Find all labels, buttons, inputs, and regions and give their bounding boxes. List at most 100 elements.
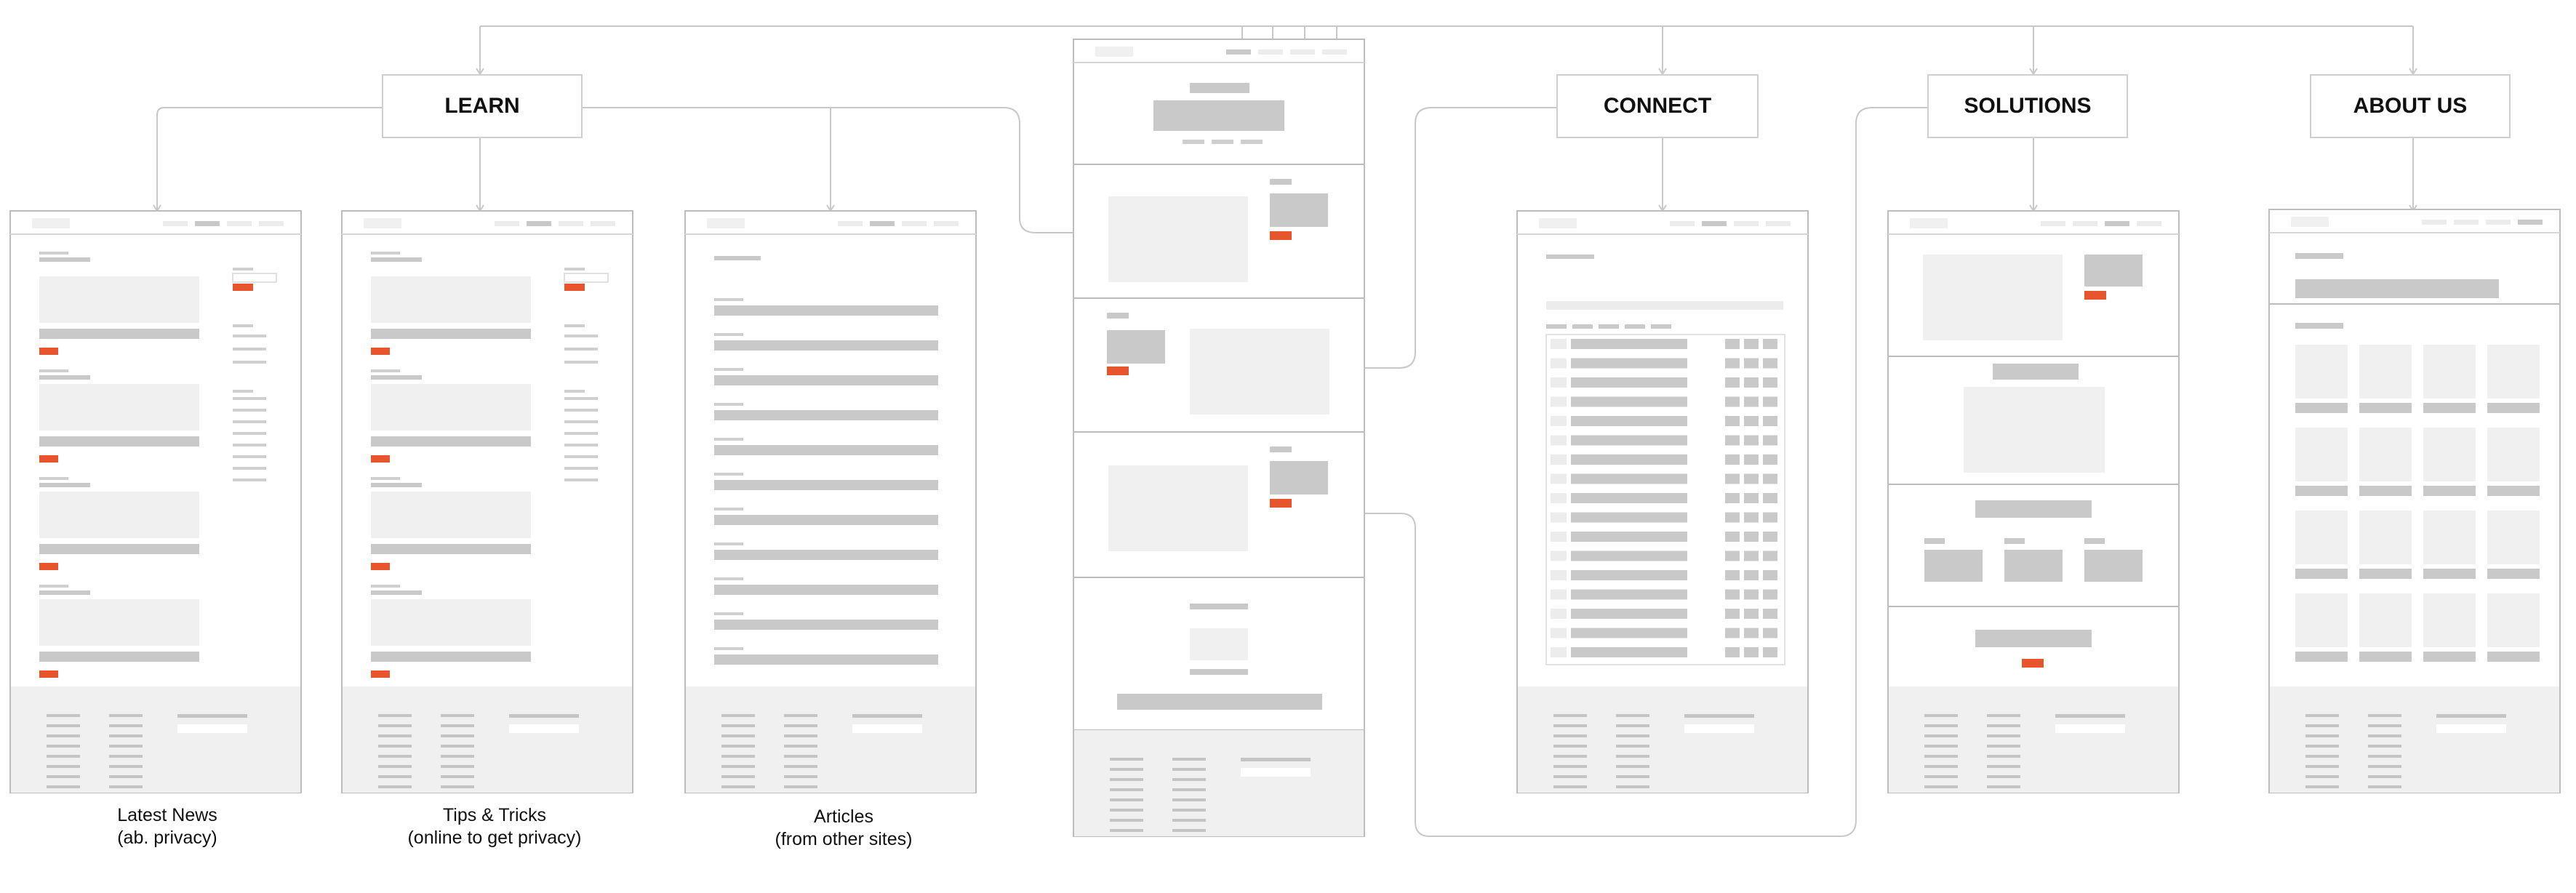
wire-block <box>1551 493 1567 503</box>
wire-block <box>1725 493 1740 503</box>
footer-link <box>1110 809 1143 812</box>
article-image <box>371 276 531 323</box>
footer-link <box>109 775 143 778</box>
logo-placeholder <box>32 218 70 228</box>
footer-link <box>1110 788 1143 791</box>
cta-button <box>1270 499 1292 508</box>
footer-link <box>47 714 80 717</box>
footer-link <box>441 755 474 758</box>
wire-block <box>1744 570 1759 580</box>
wire-block <box>1744 435 1759 446</box>
wire-block <box>1725 512 1740 523</box>
wire-block <box>1551 512 1567 523</box>
nav-item <box>1702 221 1727 226</box>
table-cell <box>1571 396 1687 407</box>
connect-label: CONNECT <box>1556 74 1759 138</box>
footer-link <box>1110 829 1143 832</box>
footer-link <box>721 785 755 788</box>
footer-link <box>1553 775 1587 778</box>
footer-link <box>1110 758 1143 761</box>
article-title-bar <box>39 544 199 554</box>
wire-block <box>2295 253 2343 259</box>
footer-link <box>2368 714 2401 717</box>
wire-block <box>371 257 422 262</box>
team-photo <box>2423 510 2476 564</box>
footer-heading <box>2436 714 2506 718</box>
wire-block <box>1551 532 1567 542</box>
nav-item <box>1766 221 1791 226</box>
wire-block <box>1744 532 1759 542</box>
learn-label: LEARN <box>382 74 583 138</box>
wire-block <box>1763 589 1777 600</box>
newsletter-bar <box>1117 694 1322 710</box>
sidebar-link <box>564 444 598 446</box>
nav-item <box>1290 49 1315 55</box>
sidebar-link <box>564 467 598 470</box>
caption-line: (online to get privacy) <box>407 828 582 848</box>
footer-link <box>47 785 80 788</box>
footer-link <box>109 785 143 788</box>
wire-block <box>1190 628 1248 660</box>
wire-block <box>233 268 253 271</box>
caption-line: (from other sites) <box>775 829 913 849</box>
sidebar-link <box>233 432 266 435</box>
footer-link <box>1924 714 1958 717</box>
table-cell <box>1571 493 1687 503</box>
sidebar-link <box>564 432 598 435</box>
wire-block <box>1763 570 1777 580</box>
sidebar-link <box>233 444 266 446</box>
footer-link <box>378 724 412 727</box>
wire-block <box>564 390 585 393</box>
team-photo <box>2359 593 2412 647</box>
nav-item <box>1322 49 1347 55</box>
nav-item <box>2105 221 2129 226</box>
wire-block <box>1744 628 1759 638</box>
logo-placeholder <box>1539 218 1577 228</box>
wire-block <box>1763 473 1777 484</box>
wire-block <box>1270 193 1328 227</box>
footer-link <box>1110 768 1143 771</box>
wire-block <box>1551 377 1567 388</box>
wire-block <box>1763 377 1777 388</box>
wire-block <box>1744 473 1759 484</box>
footer-link <box>2305 775 2339 778</box>
footer-link <box>1172 758 1206 761</box>
footer-link <box>2368 785 2401 788</box>
footer-link <box>2305 785 2339 788</box>
wire-block <box>1744 589 1759 600</box>
wire-block <box>39 375 90 380</box>
wire-block <box>1763 435 1777 446</box>
article-image <box>39 384 199 431</box>
team-photo <box>2423 593 2476 647</box>
sidebar-link <box>564 361 598 364</box>
nav-item <box>227 221 252 226</box>
footer-link <box>1616 775 1649 778</box>
footer-link <box>1987 714 2020 717</box>
nav-item <box>902 221 927 226</box>
solutions-label: SOLUTIONS <box>1927 74 2128 138</box>
footer-link <box>1987 745 2020 748</box>
wire-block <box>714 542 743 545</box>
wire-block <box>1546 255 1594 259</box>
wire-block <box>714 508 743 510</box>
footer-link <box>1987 734 2020 737</box>
footer-link <box>2368 734 2401 737</box>
footer-link <box>1987 755 2020 758</box>
footer-input <box>2055 724 2125 733</box>
cta-button <box>1270 231 1292 240</box>
wire-block <box>1725 435 1740 446</box>
wire-block <box>714 577 743 580</box>
column-header <box>1625 324 1645 329</box>
footer-link <box>1172 778 1206 781</box>
team-name <box>2295 569 2348 579</box>
footer-link <box>721 755 755 758</box>
footer-link <box>1553 765 1587 768</box>
wire-block <box>1270 461 1328 494</box>
team-photo <box>2295 345 2348 399</box>
table-cell <box>1571 435 1687 446</box>
footer-link <box>2368 775 2401 778</box>
footer-link <box>784 785 817 788</box>
wire-block <box>1551 339 1567 349</box>
article-image <box>371 384 531 431</box>
filter-bar <box>1546 301 1783 310</box>
